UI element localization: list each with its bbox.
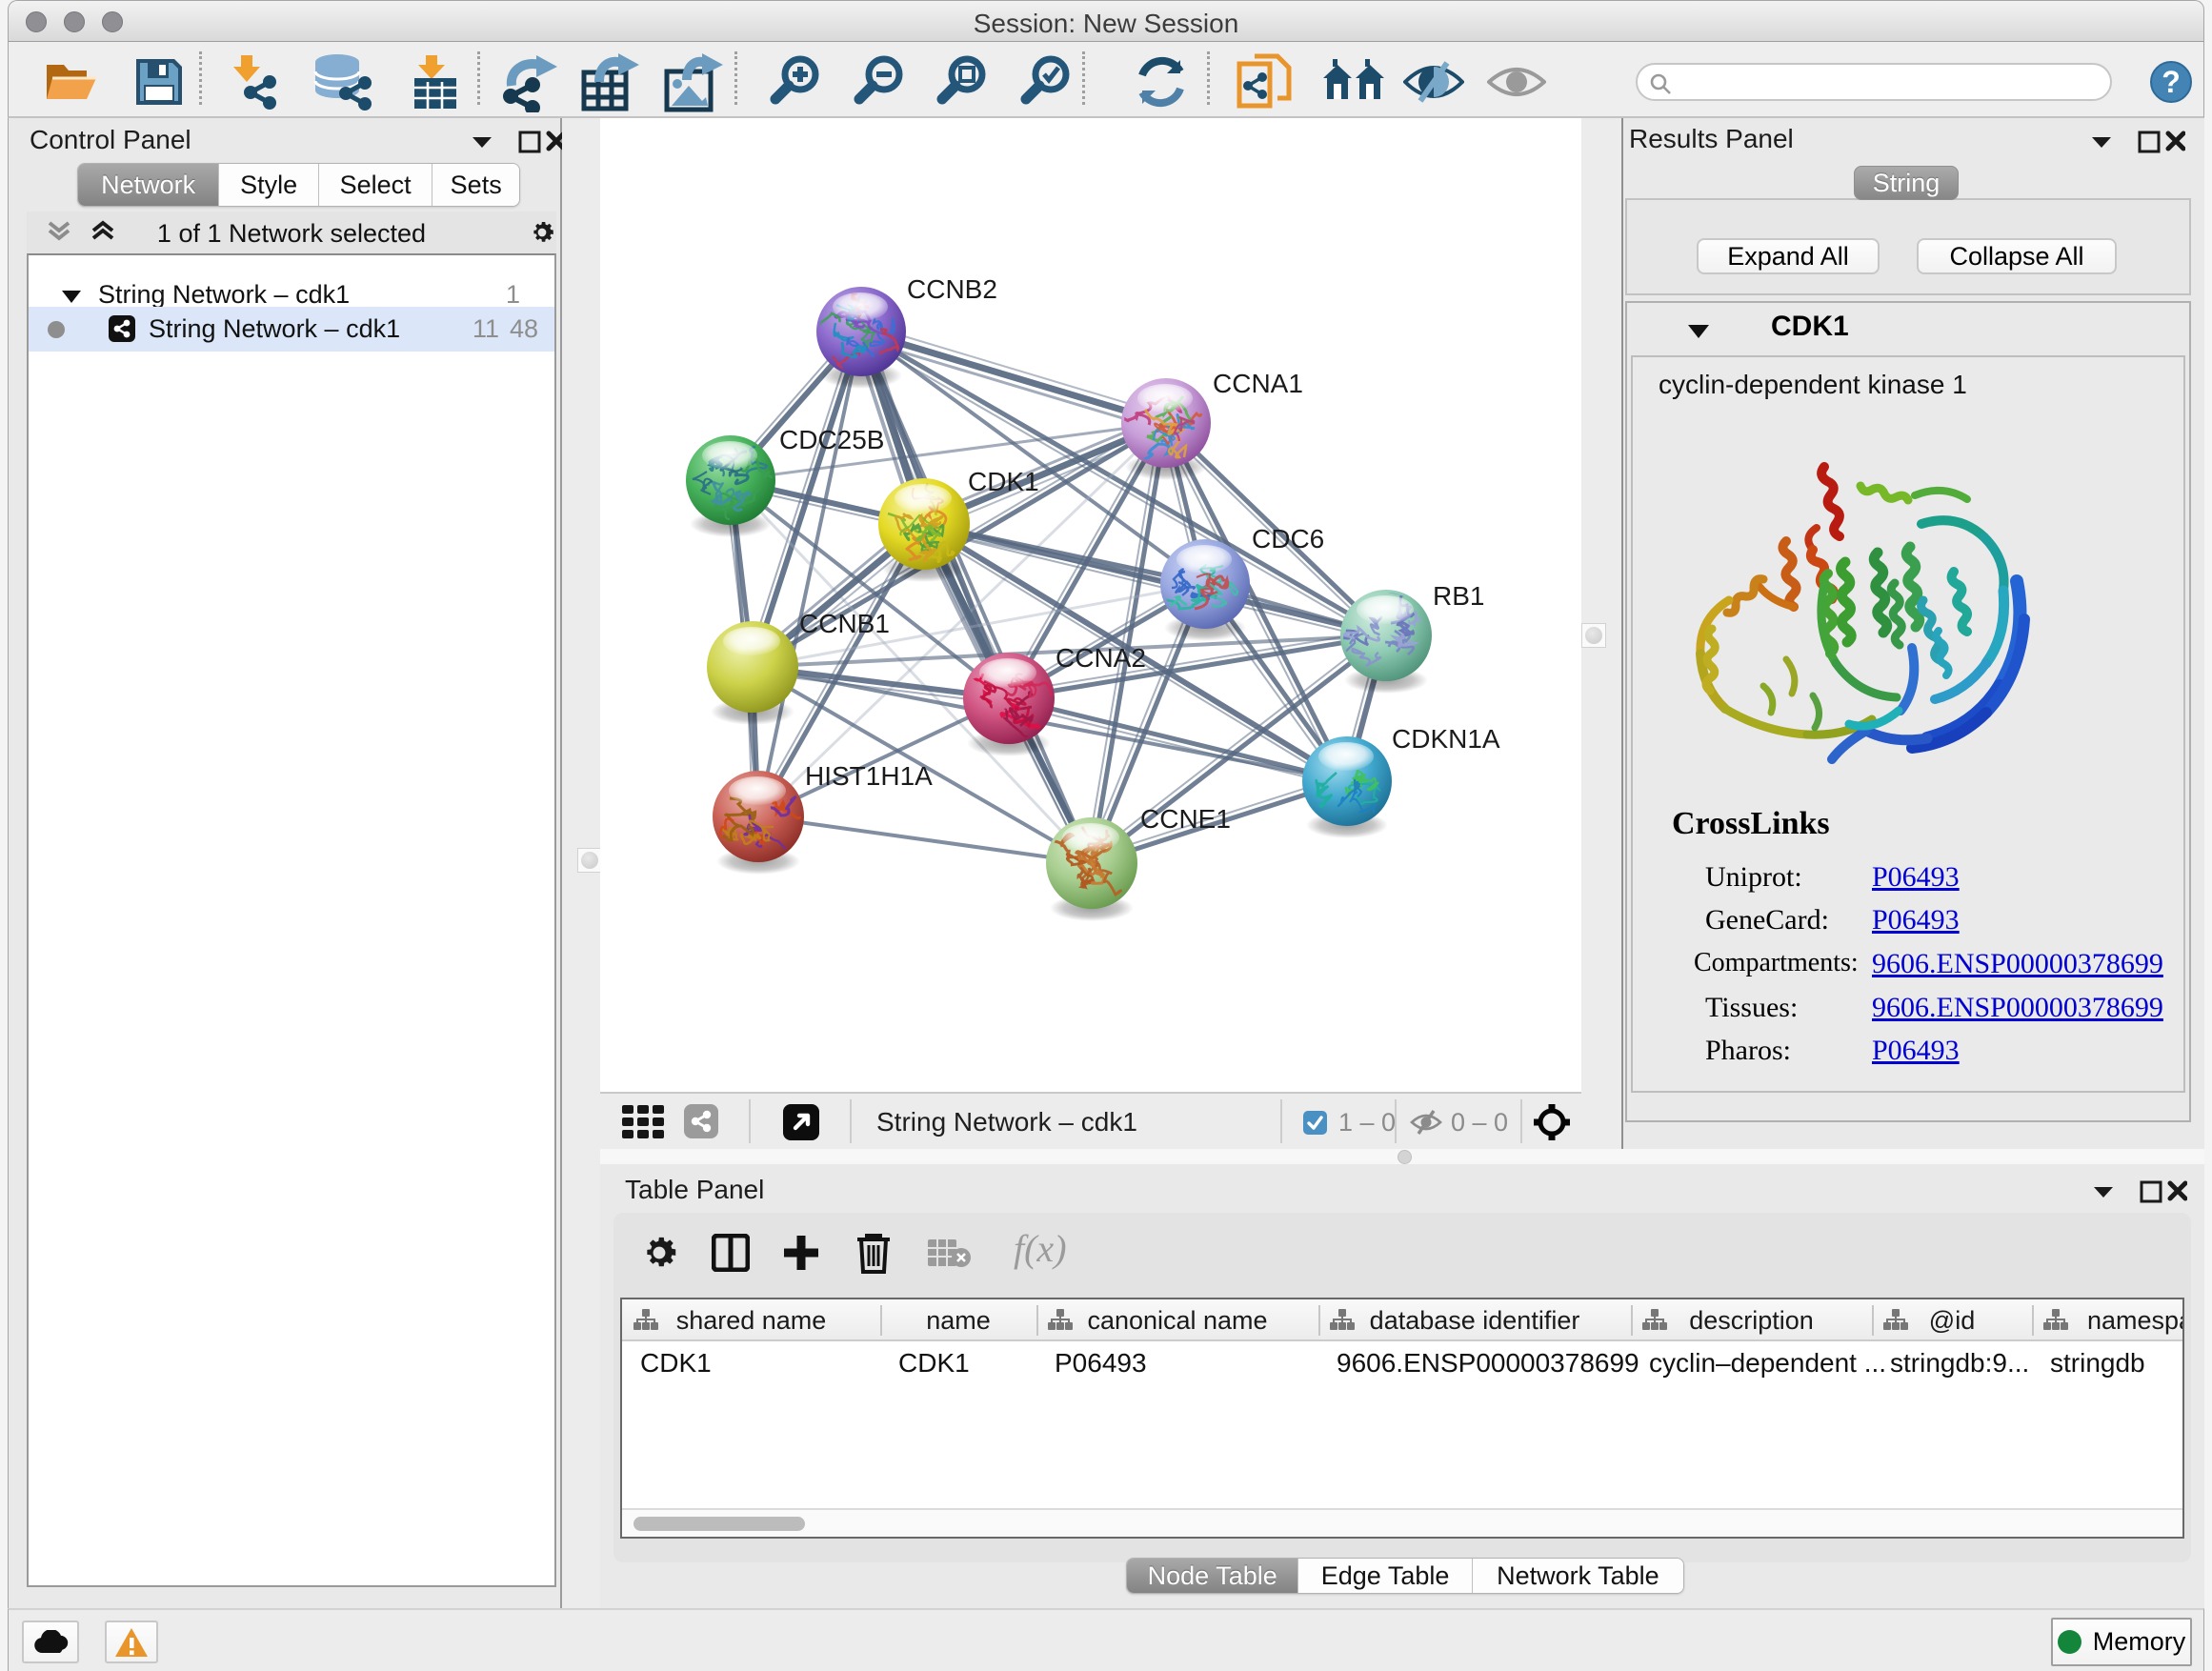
svg-text:CDC6: CDC6: [1252, 524, 1324, 554]
svg-text:HIST1H1A: HIST1H1A: [805, 761, 933, 791]
svg-text:CDK1: CDK1: [968, 467, 1039, 496]
svg-text:RB1: RB1: [1433, 581, 1484, 611]
svg-text:CCNE1: CCNE1: [1140, 804, 1231, 834]
svg-text:CDC25B: CDC25B: [779, 425, 884, 454]
svg-text:CCNB1: CCNB1: [799, 609, 890, 638]
svg-text:CCNB2: CCNB2: [907, 274, 997, 304]
svg-text:?: ?: [2162, 65, 2181, 99]
svg-text:CDKN1A: CDKN1A: [1392, 724, 1500, 754]
svg-text:CCNA2: CCNA2: [1056, 643, 1146, 673]
svg-text:CCNA1: CCNA1: [1213, 369, 1303, 398]
